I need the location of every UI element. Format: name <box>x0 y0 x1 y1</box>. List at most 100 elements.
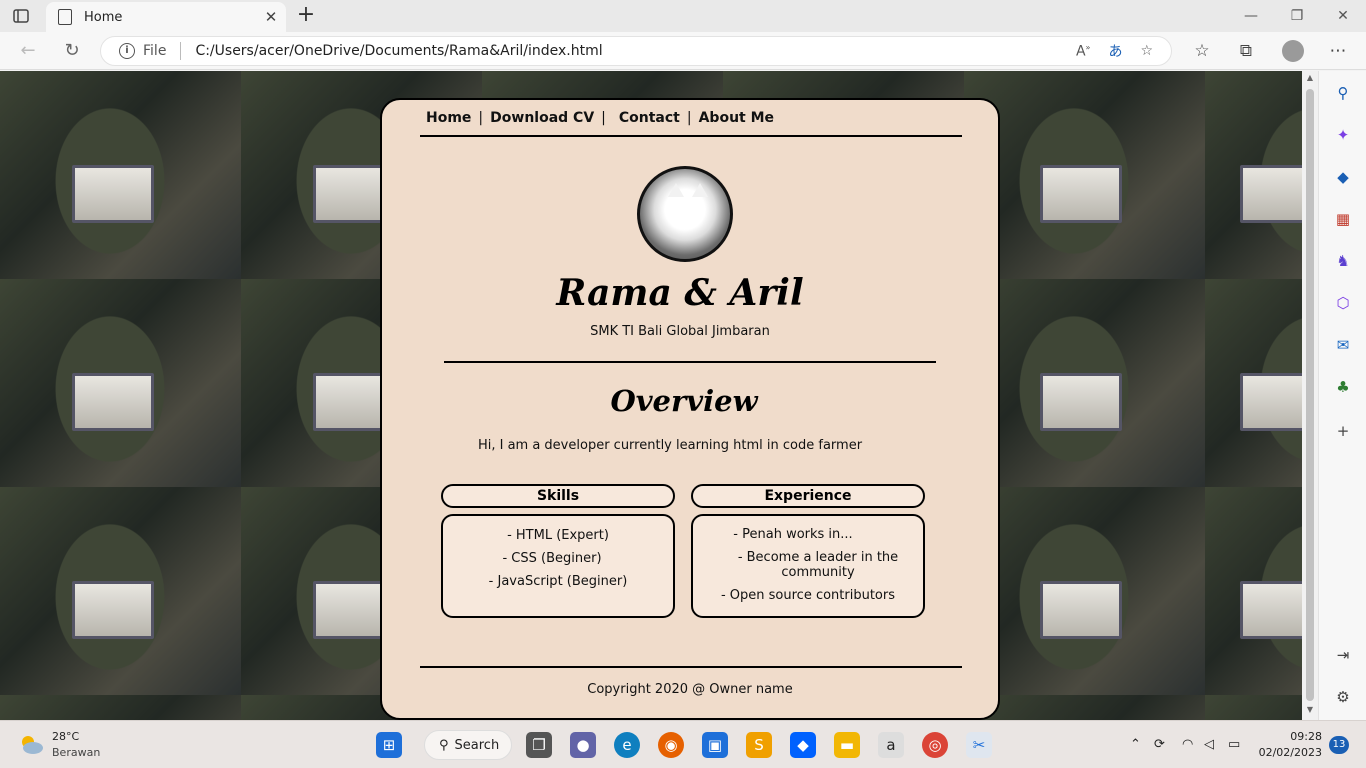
amazon-icon[interactable]: a <box>878 732 904 758</box>
store-icon[interactable]: ▣ <box>702 732 728 758</box>
read-aloud-icon[interactable]: A» <box>1076 43 1090 60</box>
outlook-icon[interactable]: ✉ <box>1333 335 1353 355</box>
tab-actions-icon[interactable] <box>10 7 32 25</box>
games-icon[interactable]: ♞ <box>1333 251 1353 271</box>
scroll-down-icon[interactable]: ▼ <box>1305 705 1315 714</box>
more-menu-icon[interactable]: ⋯ <box>1326 40 1350 62</box>
nav-separator: | <box>478 110 484 126</box>
list-item: - HTML (Expert) <box>507 528 609 543</box>
nav-divider <box>420 135 962 137</box>
tools-icon[interactable]: ▦ <box>1333 209 1353 229</box>
restore-button[interactable]: ❐ <box>1274 4 1320 28</box>
list-item: - JavaScript (Beginer) <box>488 574 628 589</box>
taskbar-search[interactable]: ⚲ Search <box>424 730 512 760</box>
skills-title: Skills <box>441 484 675 508</box>
favorites-icon[interactable]: ☆ <box>1190 40 1214 62</box>
chat-icon[interactable]: ● <box>570 732 596 758</box>
browser-tab[interactable]: Home ✕ <box>46 2 286 32</box>
list-item: - CSS (Beginer) <box>502 551 602 566</box>
list-item: - Open source contributors <box>720 588 896 603</box>
background-cat-image <box>72 165 154 223</box>
avatar <box>637 166 733 262</box>
close-window-button[interactable]: ✕ <box>1320 4 1366 28</box>
clock-time[interactable]: 09:28 <box>1262 730 1322 743</box>
tab-title: Home <box>84 9 123 25</box>
scroll-thumb[interactable] <box>1306 89 1314 701</box>
task-view-icon[interactable]: ❐ <box>526 732 552 758</box>
profile-avatar-icon[interactable] <box>1282 40 1304 62</box>
weather-temperature[interactable]: 28°C <box>52 730 79 743</box>
address-bar[interactable]: i File C:/Users/acer/OneDrive/Documents/… <box>100 36 1172 66</box>
clock-date[interactable]: 02/02/2023 <box>1252 746 1322 759</box>
start-windows-icon[interactable]: ⊞ <box>376 732 402 758</box>
file-explorer-icon[interactable]: ▬ <box>834 732 860 758</box>
sync-icon[interactable]: ⟳ <box>1154 737 1165 752</box>
background-cat-image <box>1240 373 1302 431</box>
tray-overflow-icon[interactable]: ⌃ <box>1130 737 1141 752</box>
copilot-icon[interactable]: ✦ <box>1333 125 1353 145</box>
dropbox-icon[interactable]: ◆ <box>790 732 816 758</box>
intro-text: Hi, I am a developer currently learning … <box>477 438 863 453</box>
translate-icon[interactable]: あ <box>1108 41 1122 61</box>
address-divider <box>180 42 182 60</box>
minimize-button[interactable]: — <box>1228 4 1274 28</box>
page-viewport: Home | Download CV | Contact | About Me … <box>0 71 1302 720</box>
background-cat-image <box>1040 581 1122 639</box>
list-item: - Become a leader in the <box>737 550 899 565</box>
hide-sidebar-icon[interactable]: ⇥ <box>1333 645 1353 665</box>
add-icon[interactable]: + <box>1333 421 1353 441</box>
info-icon[interactable]: i <box>119 43 135 59</box>
collections-icon[interactable]: ⧉ <box>1234 40 1258 62</box>
background-cat-image <box>1040 373 1122 431</box>
background-cat-image <box>1040 165 1122 223</box>
top-nav: Home | Download CV | Contact | About Me <box>426 110 774 126</box>
close-tab-icon[interactable]: ✕ <box>256 8 286 26</box>
skills-list: - HTML (Expert) - CSS (Beginer) - JavaSc… <box>441 514 675 618</box>
background-cat-image <box>1240 581 1302 639</box>
background-cat-image <box>72 373 154 431</box>
notification-badge[interactable]: 13 <box>1329 736 1349 754</box>
chrome-icon[interactable]: ◎ <box>922 732 948 758</box>
firefox-icon[interactable]: ◉ <box>658 732 684 758</box>
search-icon[interactable]: ⚲ <box>1333 83 1353 103</box>
list-item: community <box>781 565 855 580</box>
microsoft365-icon[interactable]: ⬡ <box>1333 293 1353 313</box>
nav-separator: | <box>686 110 692 126</box>
refresh-icon[interactable]: ↻ <box>60 40 84 62</box>
weather-cloud-icon[interactable] <box>18 733 44 755</box>
snipping-tool-icon[interactable]: ✂ <box>966 732 992 758</box>
nav-separator: | <box>601 110 606 126</box>
settings-gear-icon[interactable]: ⚙ <box>1333 687 1353 707</box>
profile-card: Home | Download CV | Contact | About Me … <box>380 98 1000 720</box>
background-cat-image <box>72 581 154 639</box>
experience-list: - Penah works in... - Become a leader in… <box>691 514 925 618</box>
nav-about-link[interactable]: About Me <box>699 110 774 126</box>
page-scrollbar[interactable]: ▲ ▼ <box>1302 71 1318 720</box>
overview-heading: Overview <box>610 384 758 418</box>
school-name: SMK TI Bali Global Jimbaran <box>590 324 770 339</box>
header-divider <box>444 361 936 363</box>
nav-home-link[interactable]: Home <box>426 110 471 126</box>
page-title: Rama & Aril <box>556 272 804 314</box>
nav-download-cv-link[interactable]: Download CV <box>490 110 594 126</box>
background-cat-image <box>1240 165 1302 223</box>
shopping-icon[interactable]: ◆ <box>1333 167 1353 187</box>
wifi-icon[interactable]: ◠ <box>1182 737 1193 752</box>
scroll-up-icon[interactable]: ▲ <box>1305 73 1315 82</box>
weather-description[interactable]: Berawan <box>52 746 100 759</box>
tab-strip: Home ✕ + — ❐ ✕ <box>0 0 1366 32</box>
nav-contact-link[interactable]: Contact <box>619 110 680 126</box>
battery-icon[interactable]: ▭ <box>1228 737 1240 752</box>
url-text[interactable]: C:/Users/acer/OneDrive/Documents/Rama&Ar… <box>195 43 1076 59</box>
footer-divider <box>420 666 962 668</box>
volume-icon[interactable]: ◁ <box>1204 737 1214 752</box>
taskbar-search-label: Search <box>454 737 500 753</box>
edge-browser-icon[interactable]: e <box>614 732 640 758</box>
new-tab-button[interactable]: + <box>294 4 318 28</box>
add-favorite-icon[interactable]: ☆ <box>1140 43 1153 59</box>
sublime-text-icon[interactable]: S <box>746 732 772 758</box>
drop-tree-icon[interactable]: ♣ <box>1333 377 1353 397</box>
back-icon[interactable]: ← <box>16 40 40 62</box>
footer-copyright: Copyright 2020 @ Owner name <box>587 682 793 697</box>
page-icon <box>58 9 72 25</box>
